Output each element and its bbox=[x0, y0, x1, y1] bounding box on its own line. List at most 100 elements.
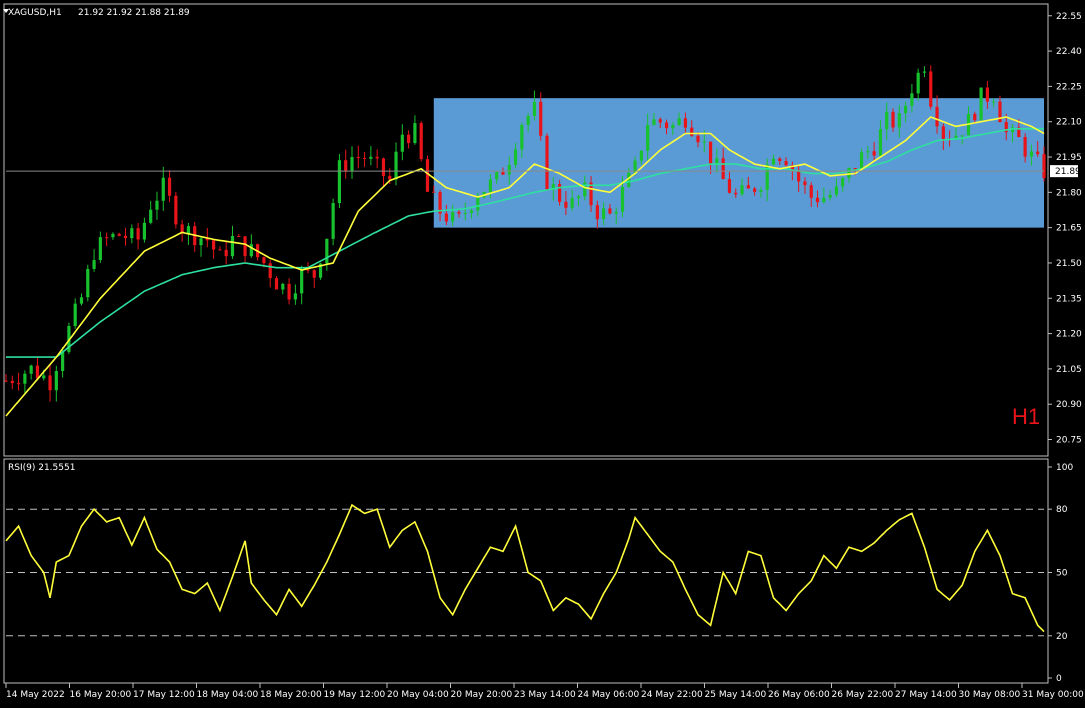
rsi-tick-label: 50 bbox=[1056, 569, 1068, 579]
candle-body bbox=[413, 123, 417, 143]
candle-body bbox=[61, 351, 65, 372]
candle-body bbox=[960, 135, 964, 137]
candle-body bbox=[671, 124, 675, 129]
rsi-tick-label: 100 bbox=[1056, 463, 1073, 473]
candle-body bbox=[778, 158, 782, 162]
candle-body bbox=[48, 375, 52, 391]
candle-body bbox=[1042, 154, 1046, 179]
candle-body bbox=[985, 87, 989, 102]
time-tick-label: 16 May 20:00 bbox=[70, 690, 132, 700]
candle-body bbox=[388, 175, 392, 180]
candle-body bbox=[463, 212, 467, 214]
time-tick-label: 26 May 06:00 bbox=[768, 690, 830, 700]
candle-body bbox=[803, 181, 807, 186]
rsi-header: RSI(9) 21.5551 bbox=[8, 463, 75, 473]
candle-body bbox=[130, 228, 134, 239]
candle-body bbox=[721, 158, 725, 180]
trading-chart[interactable]: 22.55 22.40 22.25 22.10 21.95 21.80 21.65 21.50… bbox=[0, 0, 1085, 708]
price-tick-label: 21.95 bbox=[1056, 153, 1082, 163]
price-tick-label: 21.65 bbox=[1056, 224, 1082, 234]
candle-body bbox=[828, 194, 832, 198]
price-tick-label: 22.40 bbox=[1056, 47, 1082, 57]
candle-body bbox=[973, 113, 977, 121]
candle-body bbox=[916, 72, 920, 94]
price-tick-label: 21.35 bbox=[1056, 294, 1082, 304]
current-price-text: 21.89 bbox=[1055, 167, 1081, 177]
current-price-tag: 21.89 bbox=[1050, 165, 1081, 178]
candle-body bbox=[457, 211, 461, 214]
candle-body bbox=[42, 375, 46, 379]
candle-body bbox=[690, 127, 694, 136]
price-tick-label: 21.50 bbox=[1056, 259, 1082, 269]
candle-body bbox=[86, 268, 90, 298]
candle-body bbox=[274, 278, 279, 290]
candle-body bbox=[872, 151, 876, 156]
time-tick-label: 25 May 14:00 bbox=[705, 690, 767, 700]
candle-body bbox=[92, 260, 96, 269]
candle-body bbox=[620, 186, 625, 212]
candle-body bbox=[658, 119, 662, 123]
candle-body bbox=[262, 257, 266, 264]
candle-body bbox=[98, 237, 102, 261]
price-tick-label: 22.10 bbox=[1056, 118, 1082, 128]
time-tick-label: 24 May 06:00 bbox=[578, 690, 640, 700]
candle-body bbox=[161, 177, 165, 201]
candle-body bbox=[809, 185, 813, 198]
candle-body bbox=[356, 157, 360, 159]
candle-body bbox=[885, 111, 889, 130]
candle-body bbox=[771, 158, 776, 165]
candle-body bbox=[29, 365, 33, 374]
candle-body bbox=[979, 87, 983, 121]
candle-body bbox=[325, 238, 329, 264]
candle-body bbox=[891, 111, 895, 128]
candle-body bbox=[526, 115, 530, 125]
candle-body bbox=[444, 213, 448, 222]
candle-body bbox=[432, 191, 436, 193]
candle-body bbox=[1036, 151, 1040, 155]
price-tick-label: 20.90 bbox=[1056, 400, 1082, 410]
candle-body bbox=[576, 196, 581, 198]
candle-body bbox=[142, 222, 146, 240]
candle-body bbox=[797, 170, 801, 182]
candle-body bbox=[287, 283, 291, 300]
candle-body bbox=[123, 235, 128, 239]
candle-body bbox=[369, 156, 373, 159]
candle-body bbox=[117, 233, 121, 236]
candle-body bbox=[904, 105, 908, 114]
candle-body bbox=[199, 238, 203, 246]
candle-body bbox=[1023, 137, 1027, 157]
candle-body bbox=[23, 373, 27, 384]
candle-body bbox=[306, 269, 310, 271]
time-tick-label: 30 May 08:00 bbox=[959, 690, 1021, 700]
range-box[interactable] bbox=[433, 98, 1044, 228]
candle-body bbox=[149, 209, 153, 223]
candle-body bbox=[992, 101, 996, 103]
time-tick-label: 18 May 20:00 bbox=[260, 690, 322, 700]
candle-body bbox=[564, 201, 568, 208]
candle-body bbox=[237, 236, 241, 238]
candle-body bbox=[520, 124, 524, 150]
time-tick-label: 27 May 14:00 bbox=[895, 690, 957, 700]
rsi-tick-label: 20 bbox=[1056, 632, 1068, 642]
candle-body bbox=[331, 203, 335, 239]
candle-body bbox=[639, 150, 643, 161]
price-tick-label: 22.55 bbox=[1056, 12, 1082, 22]
candle-body bbox=[696, 135, 700, 143]
candle-body bbox=[312, 270, 316, 278]
price-tick-label: 20.75 bbox=[1056, 436, 1082, 446]
candle-body bbox=[469, 210, 474, 213]
candle-body bbox=[595, 205, 599, 220]
price-tick-label: 21.80 bbox=[1056, 188, 1082, 198]
candle-body bbox=[268, 263, 272, 279]
time-tick-label: 24 May 22:00 bbox=[641, 690, 703, 700]
candle-body bbox=[740, 185, 744, 195]
candle-body bbox=[847, 168, 851, 179]
candle-body bbox=[507, 164, 511, 175]
chart-header-symbol[interactable]: XAGUSD,H1 bbox=[8, 8, 62, 18]
time-tick-label: 17 May 12:00 bbox=[133, 690, 195, 700]
candle-body bbox=[652, 119, 656, 125]
candle-body bbox=[859, 152, 864, 170]
candle-body bbox=[337, 160, 342, 204]
rsi-tick-label: 0 bbox=[1056, 674, 1062, 684]
candle-body bbox=[293, 293, 297, 300]
